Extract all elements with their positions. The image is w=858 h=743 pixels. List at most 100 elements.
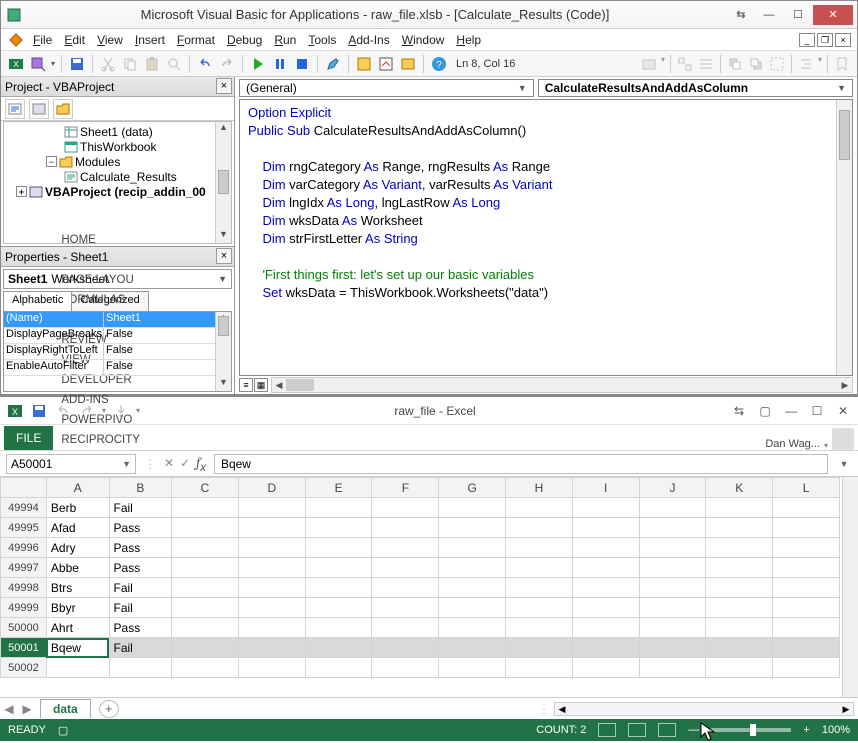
touch-mouse-mode-icon[interactable] — [112, 402, 130, 420]
cell[interactable] — [506, 498, 573, 518]
ribbon-display-options-icon[interactable]: ▢ — [756, 404, 774, 418]
procedure-combo[interactable]: CalculateResultsAndAddAsColumn ▼ — [538, 79, 853, 97]
project-pane-close-button[interactable]: × — [216, 78, 232, 94]
cell[interactable] — [572, 638, 639, 658]
maximize-button[interactable]: ☐ — [784, 5, 812, 25]
cell[interactable]: Berb — [46, 498, 109, 518]
cell[interactable] — [372, 518, 439, 538]
cell[interactable] — [172, 518, 239, 538]
cell[interactable]: Fail — [109, 598, 172, 618]
cell[interactable] — [372, 538, 439, 558]
cell[interactable] — [172, 638, 239, 658]
insert-function-icon[interactable]: fx — [196, 454, 206, 474]
cell[interactable] — [572, 518, 639, 538]
property-row[interactable]: EnableAutoFilterFalse — [4, 360, 231, 376]
page-layout-view-button[interactable] — [628, 723, 646, 737]
cell[interactable] — [372, 558, 439, 578]
cell[interactable] — [172, 538, 239, 558]
row-header[interactable]: 50001 — [1, 638, 47, 658]
close-button[interactable]: ✕ — [813, 5, 853, 25]
project-explorer-icon[interactable] — [355, 55, 373, 73]
row-header[interactable]: 49997 — [1, 558, 47, 578]
cell[interactable] — [773, 578, 840, 598]
cell[interactable] — [238, 518, 305, 538]
enter-formula-icon[interactable]: ✓ — [180, 456, 190, 470]
object-browser-icon[interactable] — [399, 55, 417, 73]
zoom-out-button[interactable]: — — [688, 724, 699, 736]
find-icon[interactable] — [165, 55, 183, 73]
close-button[interactable]: ✕ — [834, 404, 852, 418]
cell[interactable]: Bqew — [46, 638, 109, 658]
cell[interactable] — [506, 538, 573, 558]
cell[interactable] — [372, 638, 439, 658]
property-row[interactable]: (Name)Sheet1 — [4, 312, 231, 328]
menu-help[interactable]: Help — [450, 31, 487, 49]
user-menu-chevron-icon[interactable]: ▾ — [824, 441, 828, 450]
zoom-slider[interactable] — [711, 728, 791, 732]
cell[interactable] — [639, 578, 706, 598]
properties-grid[interactable]: (Name)Sheet1DisplayPageBreaksFalseDispla… — [3, 311, 232, 392]
properties-pane-close-button[interactable]: × — [216, 248, 232, 264]
cell[interactable]: Fail — [109, 578, 172, 598]
cell[interactable] — [773, 598, 840, 618]
copy-icon[interactable] — [121, 55, 139, 73]
table-row[interactable]: 49998BtrsFail — [1, 578, 840, 598]
macro-record-icon[interactable]: ▢ — [58, 724, 68, 737]
cell[interactable] — [372, 498, 439, 518]
table-row[interactable]: 49994BerbFail — [1, 498, 840, 518]
formula-input[interactable]: Bqew — [214, 454, 828, 474]
minimize-button[interactable]: — — [782, 404, 800, 418]
cell[interactable] — [706, 598, 773, 618]
cell[interactable] — [305, 498, 372, 518]
cell[interactable] — [238, 538, 305, 558]
cell[interactable] — [506, 518, 573, 538]
cell[interactable] — [238, 658, 305, 678]
cell[interactable] — [572, 558, 639, 578]
save-icon[interactable] — [30, 402, 48, 420]
design-mode-icon[interactable] — [324, 55, 342, 73]
cell[interactable] — [305, 618, 372, 638]
cell[interactable]: Pass — [109, 558, 172, 578]
menu-run[interactable]: Run — [268, 31, 302, 49]
row-header[interactable]: 49995 — [1, 518, 47, 538]
cell[interactable] — [706, 498, 773, 518]
table-row[interactable]: 49997AbbePass — [1, 558, 840, 578]
tree-item[interactable]: Sheet1 (data) — [4, 124, 231, 139]
menu-format[interactable]: Format — [171, 31, 221, 49]
menu-window[interactable]: Window — [396, 31, 451, 49]
page-break-view-button[interactable] — [658, 723, 676, 737]
cell[interactable] — [372, 598, 439, 618]
tab-order-icon[interactable] — [676, 55, 694, 73]
cell[interactable] — [305, 638, 372, 658]
cell[interactable] — [238, 638, 305, 658]
cell[interactable] — [706, 558, 773, 578]
cut-icon[interactable] — [99, 55, 117, 73]
table-row[interactable]: 50000AhrtPass — [1, 618, 840, 638]
cell[interactable] — [639, 518, 706, 538]
cell[interactable] — [639, 658, 706, 678]
worksheet-grid[interactable]: ABCDEFGHIJKL 49994BerbFail49995AfadPass4… — [0, 477, 842, 697]
indent-icon[interactable] — [797, 55, 815, 73]
cell[interactable]: Ahrt — [46, 618, 109, 638]
procedure-view-button[interactable]: ≡ — [239, 378, 253, 392]
column-header-C[interactable]: C — [172, 478, 239, 498]
row-header[interactable]: 49999 — [1, 598, 47, 618]
table-row[interactable]: 50001BqewFail — [1, 638, 840, 658]
align-icon[interactable] — [697, 55, 715, 73]
table-row[interactable]: 49995AfadPass — [1, 518, 840, 538]
cell[interactable] — [572, 598, 639, 618]
cell[interactable] — [439, 578, 506, 598]
tab-alphabetic[interactable]: Alphabetic — [3, 291, 72, 311]
cell[interactable] — [706, 618, 773, 638]
cell[interactable] — [238, 558, 305, 578]
sheet-nav-prev-icon[interactable]: ◀ — [0, 702, 18, 716]
redo-icon[interactable] — [218, 55, 236, 73]
cell[interactable] — [773, 618, 840, 638]
cell[interactable] — [506, 658, 573, 678]
cell[interactable] — [305, 518, 372, 538]
cell[interactable] — [639, 558, 706, 578]
cell[interactable]: Abbe — [46, 558, 109, 578]
cell[interactable] — [773, 658, 840, 678]
column-header-D[interactable]: D — [238, 478, 305, 498]
properties-window-icon[interactable] — [377, 55, 395, 73]
